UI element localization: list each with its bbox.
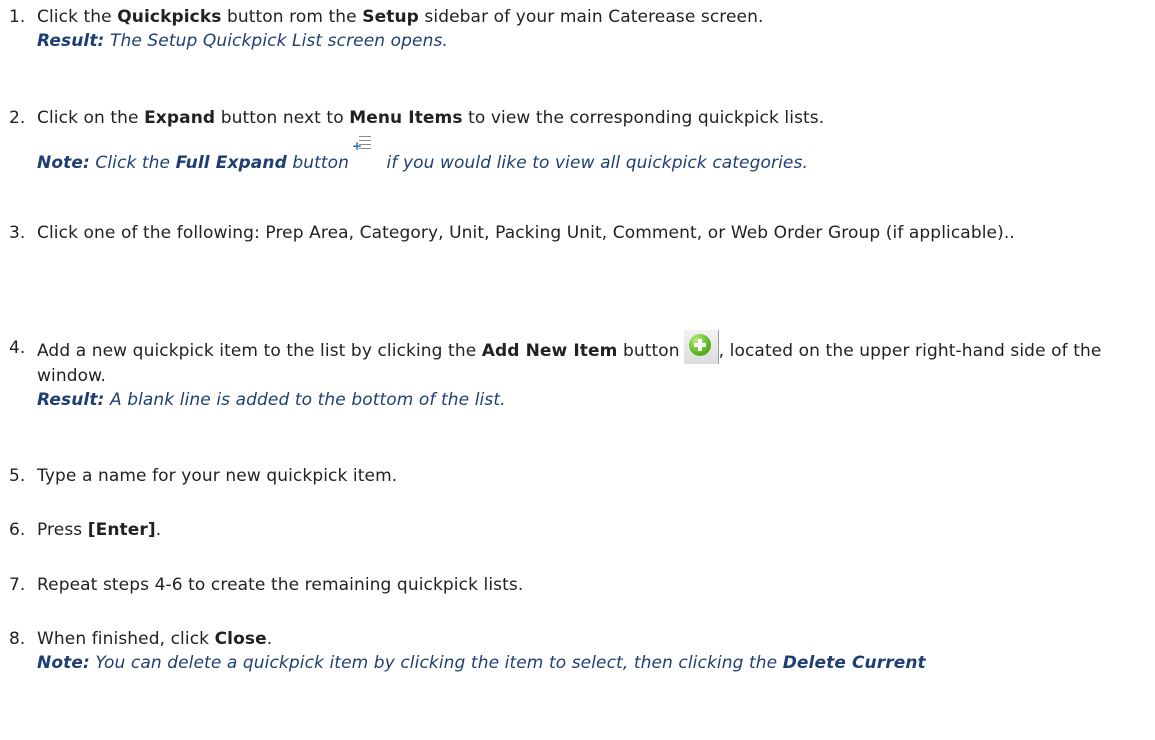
result-text: A blank line is added to the bottom of t… [104,390,506,410]
result-line: Result: A blank line is added to the bot… [37,390,506,410]
step-number: 4. [9,338,26,358]
step-2: 2. Click on the Expand button next to Me… [9,106,1139,175]
step-text: Type a name for your new quickpick item. [37,466,398,486]
step-number: 3. [9,223,26,243]
step-number: 5. [9,466,26,486]
step-4: 4. Add a new quickpick item to the list … [9,330,1139,412]
step-text: When finished, click [37,629,215,649]
full-expand-icon: + [352,136,375,170]
step-text: button rom the [221,7,363,27]
step-text: Click on the [37,108,145,128]
note-text: Click the [89,153,176,173]
add-new-item-term: Add New Item [481,341,618,361]
result-line: Result: The Setup Quickpick List screen … [37,31,448,51]
delete-current-term: Delete Current [782,653,926,673]
expand-term: Expand [144,108,216,128]
note-text: if you would like to view all quickpick … [381,153,808,173]
step-3: 3. Click one of the following: Prep Area… [9,221,1139,245]
enter-key-term: [Enter] [87,520,156,540]
step-text: sidebar of your main Caterease screen. [418,7,764,27]
note-label: Note: [37,653,90,673]
step-text: . [266,629,273,649]
step-number: 2. [9,108,26,128]
step-7: 7. Repeat steps 4-6 to create the remain… [9,573,1139,597]
full-expand-term: Full Expand [175,153,287,173]
step-text: Add a new quickpick item to the list by … [37,341,482,361]
step-number: 6. [9,520,26,540]
note-label: Note: [37,153,90,173]
note-text: You can delete a quickpick item by click… [89,653,783,673]
menu-items-term: Menu Items [349,108,463,128]
step-text: Repeat steps 4-6 to create the remaining… [37,575,524,595]
step-number: 1. [9,7,26,27]
result-label: Result: [37,31,105,51]
quickpicks-term: Quickpicks [117,7,222,27]
step-6: 6. Press [Enter]. [9,518,1139,542]
note-line: Note: You can delete a quickpick item by… [37,653,926,673]
step-text: button next to [215,108,350,128]
result-text: The Setup Quickpick List screen opens. [104,31,448,51]
step-text: . [155,520,162,540]
step-text: Click the [37,7,118,27]
note-text: button [286,153,350,173]
step-text: button [617,341,680,361]
step-number: 7. [9,575,26,595]
add-new-item-icon [683,330,719,364]
step-text: Press [37,520,88,540]
step-text: Click one of the following: Prep Area, C… [37,223,1015,243]
setup-term: Setup [362,7,419,27]
step-number: 8. [9,629,26,649]
result-label: Result: [37,390,105,410]
step-1: 1. Click the Quickpicks button rom the S… [9,5,1139,53]
step-5: 5. Type a name for your new quickpick it… [9,464,1139,488]
step-text: to view the corresponding quickpick list… [462,108,825,128]
step-8: 8. When finished, click Close. Note: You… [9,627,1139,675]
note-line: Note: Click the Full Expand button + if y… [37,136,808,173]
close-term: Close [214,629,267,649]
